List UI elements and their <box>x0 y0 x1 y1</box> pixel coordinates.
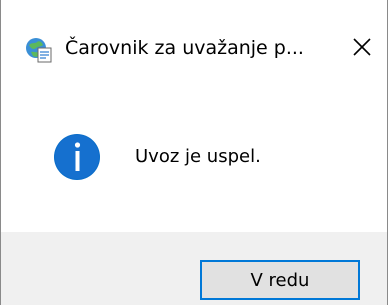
info-icon <box>53 133 101 181</box>
message-dialog: Čarovnik za uvažanje p... Uvoz je uspel. <box>0 0 388 305</box>
dialog-title: Čarovnik za uvažanje p... <box>65 37 304 59</box>
close-icon <box>352 37 372 57</box>
title-bar: Čarovnik za uvažanje p... <box>1 0 387 94</box>
ok-button[interactable]: V redu <box>200 260 360 300</box>
dialog-content: Uvoz je uspel. <box>1 94 387 232</box>
close-button[interactable] <box>337 24 387 70</box>
dialog-message: Uvoz je uspel. <box>135 146 261 167</box>
ok-button-label: V redu <box>250 269 310 291</box>
certificate-wizard-icon <box>25 36 53 64</box>
dialog-footer: V redu <box>1 232 387 305</box>
